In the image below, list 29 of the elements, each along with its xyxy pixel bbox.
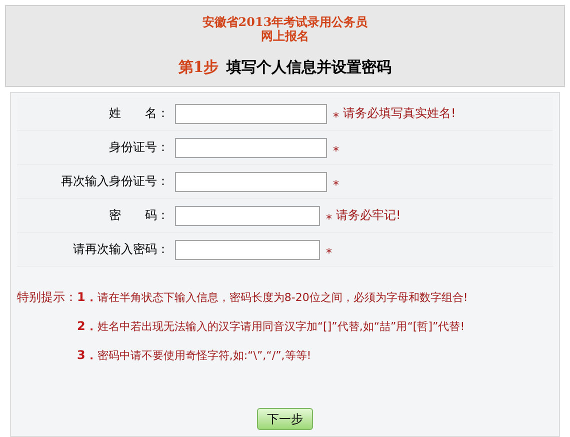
- field-hint: 请务必牢记!: [336, 207, 401, 224]
- required-mark: *: [326, 212, 332, 226]
- note-number: 1．: [77, 289, 98, 306]
- exam-title: 安徽省2013年考试录用公务员: [202, 15, 368, 29]
- step-number: 第1步: [178, 58, 219, 77]
- field-label: 身份证号：: [108, 139, 170, 156]
- step-title: 填写个人信息并设置密码: [226, 58, 392, 77]
- note-text: 姓名中若出现无法输入的汉字请用同音汉字加“[]”代替,如“喆”用“[哲]”代替!: [97, 319, 466, 334]
- required-mark: *: [333, 178, 339, 192]
- next-step-button[interactable]: 下一步: [257, 408, 313, 430]
- note-number: 3．: [77, 347, 98, 364]
- exam-title: 网上报名: [261, 29, 309, 43]
- input-field[interactable]: [175, 206, 320, 226]
- field-hint: 请务必填写真实姓名!: [343, 105, 456, 122]
- note-number: 2．: [77, 318, 98, 335]
- input-field[interactable]: [175, 240, 320, 260]
- input-field[interactable]: [175, 138, 327, 158]
- required-mark: *: [333, 144, 339, 158]
- input-field[interactable]: [175, 104, 327, 124]
- input-field[interactable]: [175, 172, 327, 192]
- note-text: 请在半角状态下输入信息，密码长度为8-20位之间，必须为字母和数字组合!: [97, 290, 469, 305]
- field-label: 再次输入身份证号：: [60, 173, 170, 190]
- field-label: 密 码：: [108, 207, 170, 224]
- field-label: 请再次输入密码：: [72, 241, 170, 258]
- note-text: 密码中请不要使用奇怪字符,如:“\”,“/”,等等!: [97, 348, 312, 363]
- notes-heading: 特别提示：: [17, 289, 77, 306]
- required-mark: *: [333, 110, 339, 124]
- field-label: 姓 名：: [108, 105, 170, 122]
- required-mark: *: [326, 246, 332, 260]
